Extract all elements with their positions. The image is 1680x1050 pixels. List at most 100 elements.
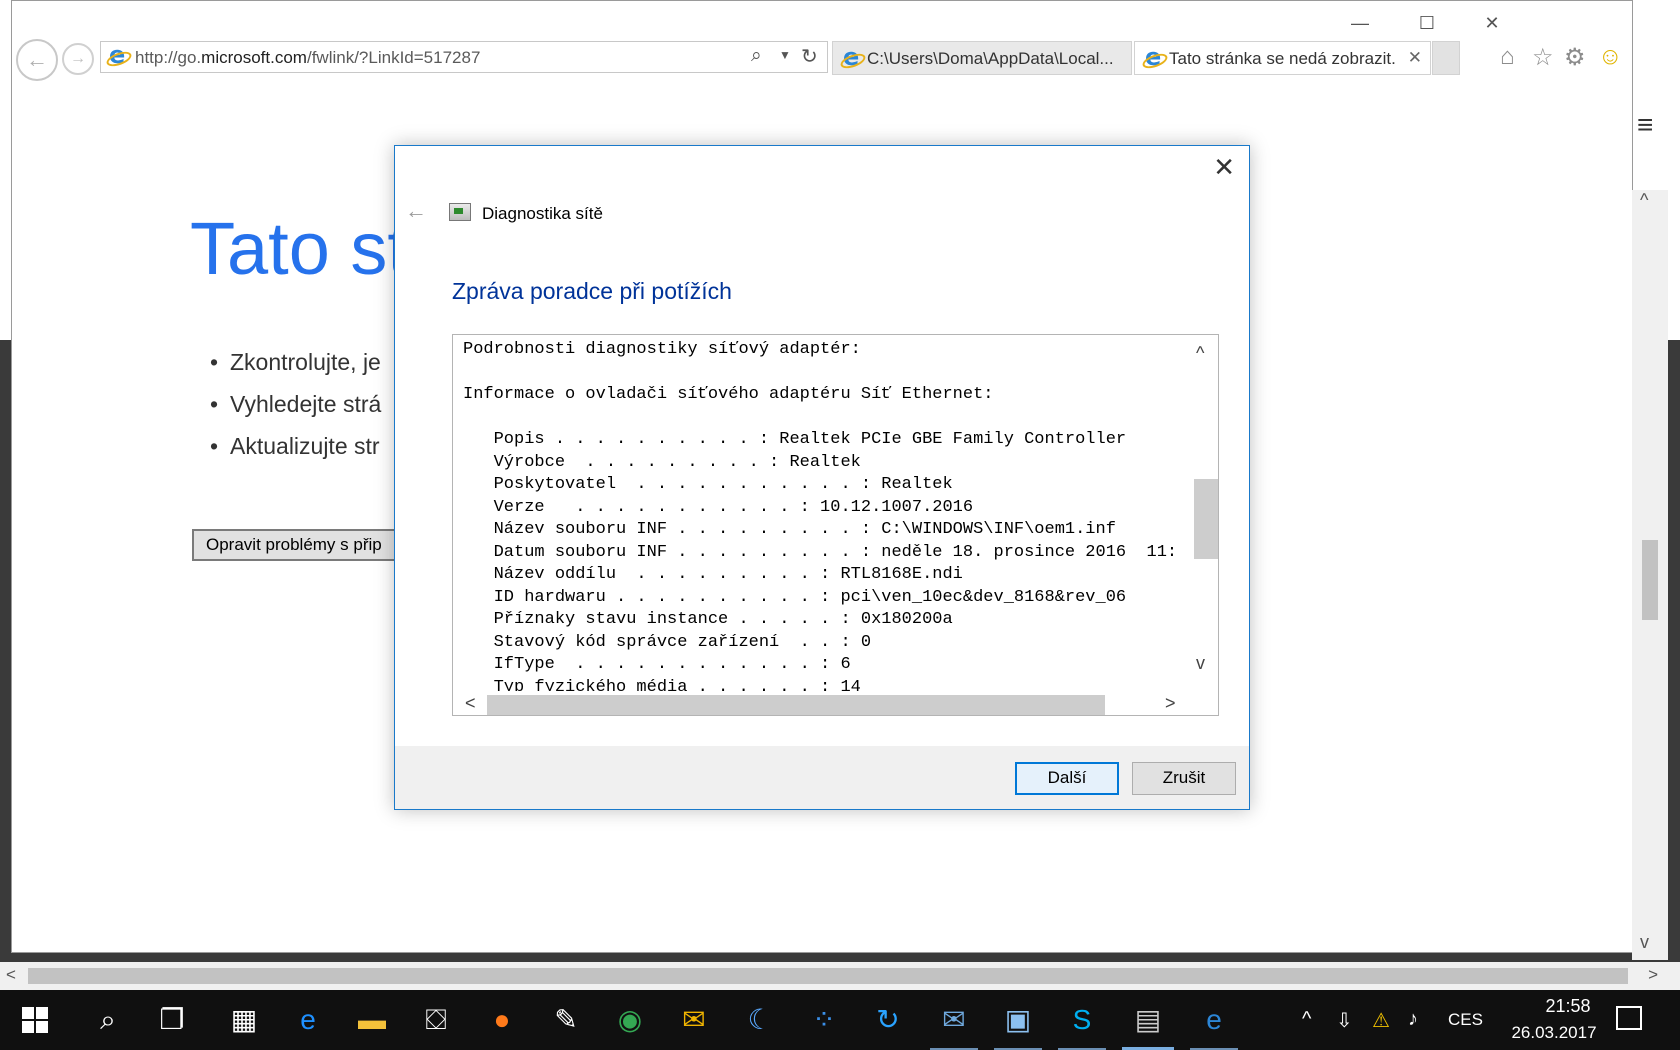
minimize-button[interactable]: — (1340, 9, 1380, 37)
taskbar-app-app-grid-icon[interactable]: ▦ (212, 990, 276, 1050)
report-textbox[interactable]: Podrobnosti diagnostiky síťový adaptér: … (452, 334, 1219, 716)
tab-label: C:\Users\Doma\AppData\Local... (867, 49, 1114, 68)
volume-icon[interactable]: ♪ (1408, 1008, 1418, 1031)
taskbar-app-edge-icon[interactable]: e (276, 990, 340, 1050)
scroll-down-icon[interactable]: v (1640, 932, 1649, 953)
bullet-item: Vyhledejte strá (210, 391, 381, 418)
language-indicator[interactable]: CES (1448, 1010, 1483, 1030)
taskbar-app-mail-icon[interactable]: ✉ (662, 990, 726, 1050)
clock-time[interactable]: 21:58 (1518, 996, 1618, 1017)
cancel-button[interactable]: Zrušit (1132, 762, 1236, 795)
menu-hamburger-icon[interactable]: ≡ (1637, 109, 1653, 141)
moon-app-icon: ☾ (747, 1004, 773, 1035)
taskbar-app-paint-icon[interactable]: ✎ (534, 990, 598, 1050)
taskbar-app-photos-icon[interactable]: ▣ (986, 990, 1050, 1050)
report-line (463, 362, 1198, 385)
windows-logo-icon (22, 1021, 34, 1033)
scroll-right-icon[interactable]: > (1165, 693, 1176, 714)
dialog-close-icon[interactable]: ✕ (1213, 152, 1235, 183)
report-line: Podrobnosti diagnostiky síťový adaptér: (463, 340, 861, 359)
report-vertical-scrollbar[interactable]: ^ v (1192, 335, 1218, 691)
store-icon: ⛋ (425, 1004, 447, 1035)
favorites-star-icon[interactable]: ☆ (1532, 43, 1554, 72)
taskbar-app-search-icon[interactable]: ⌕ (76, 990, 140, 1050)
ie-page-icon (107, 41, 127, 69)
taskbar-app-sync-app-icon[interactable]: ↻ (856, 990, 920, 1050)
report-line: Datum souboru INF . . . . . . . . . : ne… (463, 542, 1178, 562)
address-url[interactable]: http://go.microsoft.com/fwlink/?LinkId=5… (135, 48, 480, 68)
scroll-down-icon[interactable]: v (1196, 653, 1205, 674)
network-warning-icon[interactable]: ⚠ (1372, 1008, 1390, 1033)
report-horizontal-scrollbar[interactable]: < > (453, 691, 1218, 715)
scroll-right-icon[interactable]: > (1648, 965, 1658, 985)
taskbar-app-task-view-icon[interactable]: ❐ (140, 990, 204, 1050)
close-tab-icon[interactable]: ✕ (1408, 48, 1422, 68)
page-horizontal-scrollbar[interactable]: < > (0, 962, 1680, 990)
taskbar-app-file-explorer-icon[interactable]: ▬ (340, 990, 404, 1050)
address-bar[interactable]: http://go.microsoft.com/fwlink/?LinkId=5… (100, 41, 828, 73)
ie-tab-icon (841, 43, 861, 71)
back-arrow-icon[interactable]: ← (405, 198, 427, 224)
smiley-feedback-icon[interactable]: ☺ (1598, 43, 1623, 71)
taskbar-app-skype-icon[interactable]: S (1050, 990, 1114, 1050)
arrow-right-icon: → (70, 50, 86, 67)
home-icon[interactable]: ⌂ (1500, 43, 1515, 71)
search-icon: ⌕ (100, 1004, 116, 1035)
gear-icon[interactable]: ⚙ (1564, 43, 1586, 72)
windows-logo-icon (36, 1021, 48, 1033)
taskbar-app-firefox-icon[interactable]: ● (470, 990, 534, 1050)
thunderbird-icon: ✉ (942, 1004, 966, 1035)
action-center-icon[interactable] (1616, 1006, 1642, 1030)
report-line: IfType . . . . . . . . . . . . : 6 (463, 655, 851, 674)
report-line (463, 407, 1198, 430)
maximize-button[interactable]: ☐ (1407, 9, 1447, 37)
taskbar-app-internet-explorer-icon[interactable]: e (1182, 990, 1246, 1050)
taskbar-app-moon-app-icon[interactable]: ☾ (728, 990, 792, 1050)
scrollbar-thumb[interactable] (1642, 540, 1658, 620)
download-tray-icon[interactable]: ⇩ (1336, 1008, 1353, 1033)
report-text[interactable]: Podrobnosti diagnostiky síťový adaptér: … (463, 339, 1198, 691)
url-domain: microsoft.com (201, 48, 307, 67)
chevron-up-icon[interactable]: ^ (1302, 1008, 1311, 1031)
bullet-item: Zkontrolujte, je (210, 349, 381, 376)
chrome-icon: ◉ (617, 1004, 643, 1035)
tab-error-page[interactable]: Tato stránka se nedá zobrazit. ✕ (1134, 41, 1431, 75)
taskbar-app-app-dots-icon[interactable]: ⁘ (792, 990, 856, 1050)
windows-logo-icon (36, 1007, 48, 1019)
tab-local-file[interactable]: C:\Users\Doma\AppData\Local... (832, 41, 1132, 75)
search-icon[interactable]: ⌕ (751, 45, 762, 67)
scroll-up-icon[interactable]: ^ (1640, 190, 1648, 211)
chevron-down-icon[interactable]: ▼ (779, 48, 791, 62)
scrollbar-thumb[interactable] (487, 695, 1105, 715)
tab-label: Tato stránka se nedá zobrazit. (1169, 49, 1396, 68)
task-view-icon: ❐ (159, 1004, 185, 1035)
arrow-left-icon: ← (26, 47, 48, 72)
page-vertical-scrollbar[interactable]: ^ v (1632, 190, 1668, 960)
skype-icon: S (1072, 1004, 1092, 1035)
scroll-left-icon[interactable]: < (6, 965, 16, 985)
forward-button[interactable]: → (62, 43, 94, 75)
report-line: Výrobce . . . . . . . . . : Realtek (463, 452, 861, 472)
close-window-button[interactable]: ✕ (1472, 9, 1512, 37)
report-line: Příznaky stavu instance . . . . . : 0x18… (463, 610, 953, 629)
scrollbar-thumb[interactable] (1194, 479, 1218, 559)
taskbar-app-thunderbird-icon[interactable]: ✉ (922, 990, 986, 1050)
back-button[interactable]: ← (16, 39, 58, 81)
scroll-left-icon[interactable]: < (465, 693, 476, 714)
new-tab-button[interactable] (1432, 41, 1460, 75)
ie-tab-icon (1143, 43, 1163, 71)
sync-app-icon: ↻ (876, 1004, 900, 1035)
clock-date[interactable]: 26.03.2017 (1500, 1023, 1608, 1043)
report-line: Popis . . . . . . . . . . : Realtek PCIe… (463, 430, 1127, 449)
scroll-up-icon[interactable]: ^ (1196, 343, 1204, 364)
dialog-heading: Zpráva poradce při potížích (452, 278, 732, 304)
scrollbar-thumb[interactable] (28, 968, 1628, 984)
taskbar-app-store-icon[interactable]: ⛋ (404, 990, 468, 1050)
report-line: ID hardwaru . . . . . . . . . . : pci\ve… (463, 587, 1127, 607)
taskbar-app-network-diagnostics-icon[interactable]: ▤ (1116, 990, 1180, 1050)
report-line: Typ fyzického média . . . . . . : 14 (463, 677, 861, 692)
refresh-icon[interactable]: ↻ (801, 44, 818, 69)
start-button[interactable] (22, 1007, 48, 1033)
taskbar-app-chrome-icon[interactable]: ◉ (598, 990, 662, 1050)
next-button[interactable]: Další (1015, 762, 1119, 795)
